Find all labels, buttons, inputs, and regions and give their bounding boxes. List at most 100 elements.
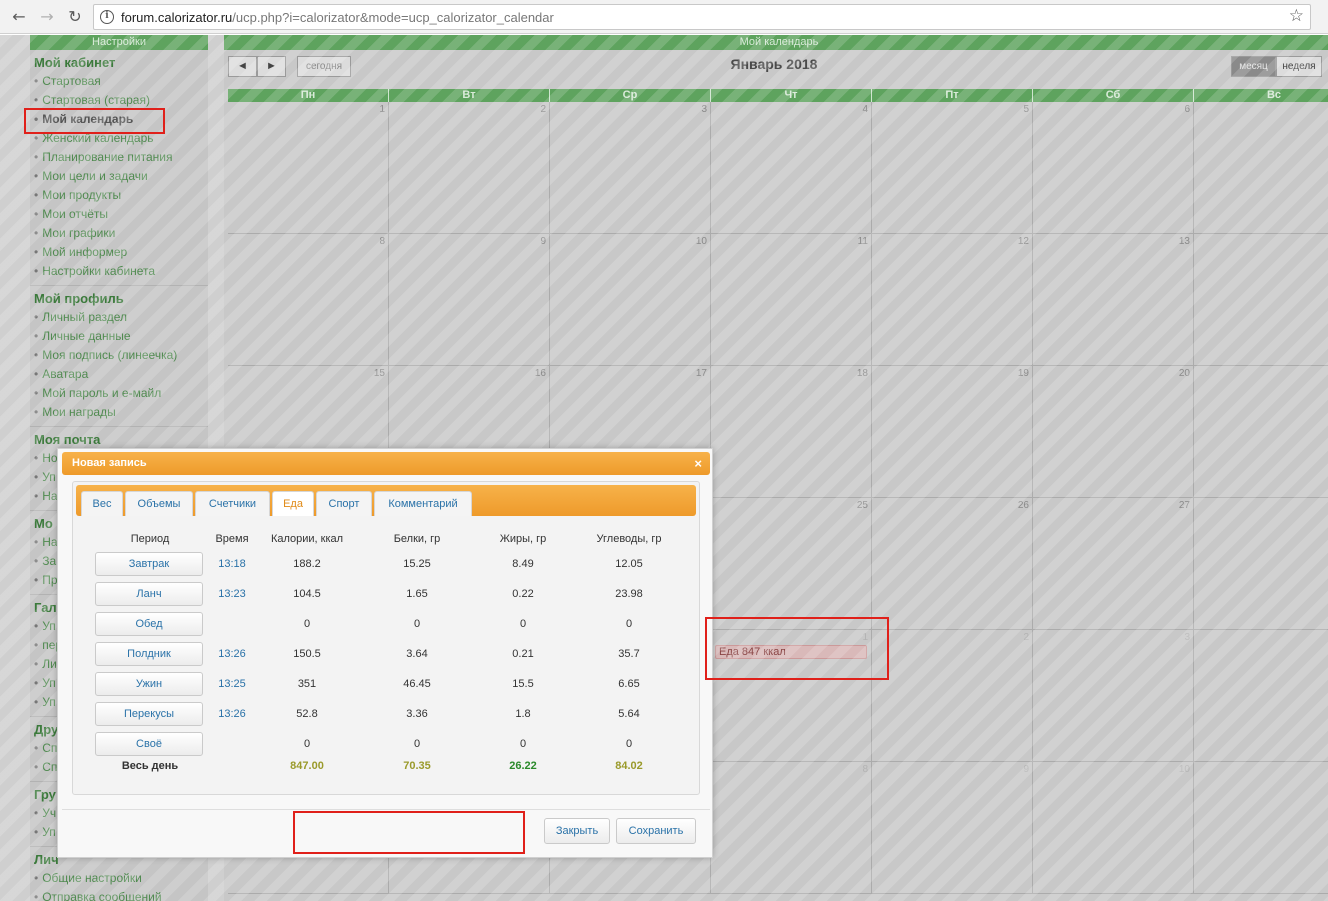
bullet-icon: • (34, 150, 39, 164)
sidebar-item[interactable]: • Мои награды (34, 403, 208, 422)
day-cell[interactable] (1194, 498, 1328, 630)
cell-kcal: 188.2 (293, 558, 321, 570)
tab-food[interactable]: Еда (272, 491, 314, 516)
period-button[interactable]: Полдник (95, 642, 203, 666)
sidebar-item[interactable]: • Настройки кабинета (34, 262, 208, 281)
view-week-button[interactable]: неделя (1276, 56, 1322, 77)
day-number: 9 (1023, 764, 1029, 775)
sidebar-item[interactable]: • Планирование питания (34, 148, 208, 167)
sidebar-item[interactable]: • Мой информер (34, 243, 208, 262)
period-button[interactable]: Перекусы (95, 702, 203, 726)
close-button[interactable]: Закрыть (544, 818, 610, 844)
day-cell[interactable]: 13 (1033, 234, 1194, 366)
cell-protein: 0 (413, 738, 421, 750)
day-cell[interactable] (1194, 102, 1328, 234)
day-cell[interactable]: 25 (711, 498, 872, 630)
day-cell[interactable] (1194, 234, 1328, 366)
sidebar-item[interactable]: • Мой пароль и е-майл (34, 384, 208, 403)
day-cell[interactable]: 12 (872, 234, 1033, 366)
reload-icon[interactable]: ↻ (64, 6, 86, 28)
day-cell[interactable]: 9 (872, 762, 1033, 894)
tab-panel: Вес Объемы Счетчики Еда Спорт Комментари… (72, 481, 700, 795)
cell-carbs: 5.64 (618, 708, 640, 720)
address-bar[interactable]: i forum.calorizator.ru/ucp.php?i=caloriz… (93, 4, 1311, 30)
day-cell[interactable]: 9 (389, 234, 550, 366)
info-icon[interactable]: i (100, 10, 114, 24)
day-cell[interactable]: 8 (711, 762, 872, 894)
day-number: 12 (1017, 236, 1029, 247)
tab-weight[interactable]: Вес (81, 491, 123, 516)
forward-arrow-icon[interactable]: → (36, 6, 58, 28)
tab-comment[interactable]: Комментарий (374, 491, 472, 516)
day-cell[interactable] (1194, 366, 1328, 498)
day-cell[interactable]: 19 (872, 366, 1033, 498)
bullet-icon: • (34, 310, 39, 324)
sidebar-item[interactable]: • Аватара (34, 365, 208, 384)
period-button[interactable]: Своё (95, 732, 203, 756)
cell-protein: 3.36 (406, 708, 428, 720)
day-number: 1 (379, 104, 385, 115)
day-cell[interactable]: 6 (1033, 102, 1194, 234)
weekday-headers: Пн Вт Ср Чт Пт Сб Вс (228, 89, 1328, 102)
total-kcal: 847.00 (290, 760, 324, 772)
save-button[interactable]: Сохранить (616, 818, 696, 844)
bullet-icon: • (34, 329, 39, 343)
bullet-icon: • (34, 871, 39, 885)
close-icon[interactable]: × (694, 452, 702, 475)
day-cell[interactable]: 3 (550, 102, 711, 234)
day-cell[interactable]: 2 (389, 102, 550, 234)
day-cell[interactable]: 3 (1033, 630, 1194, 762)
day-cell[interactable]: 2 (872, 630, 1033, 762)
tab-counters[interactable]: Счетчики (195, 491, 270, 516)
sidebar-item-label: Сп (42, 760, 58, 774)
sidebar-item[interactable]: • Стартовая (34, 72, 208, 91)
day-cell[interactable]: 5 (872, 102, 1033, 234)
period-button[interactable]: Завтрак (95, 552, 203, 576)
day-cell[interactable]: 8 (228, 234, 389, 366)
day-cell[interactable] (1194, 762, 1328, 894)
time-link[interactable]: 13:26 (209, 708, 255, 720)
bullet-icon: • (34, 226, 39, 240)
sidebar-item[interactable]: • Мои продукты (34, 186, 208, 205)
sidebar-item-label: Настройки кабинета (42, 264, 156, 278)
bookmark-star-icon[interactable]: ☆ (1289, 6, 1304, 26)
back-arrow-icon[interactable]: ← (8, 6, 30, 28)
period-button[interactable]: Ланч (95, 582, 203, 606)
sidebar-item[interactable]: • Отправка сообщений (34, 888, 208, 901)
sidebar-item[interactable]: • Моя подпись (линеечка) (34, 346, 208, 365)
day-cell[interactable]: 10 (1033, 762, 1194, 894)
time-link[interactable]: 13:18 (209, 558, 255, 570)
time-link[interactable]: 13:25 (209, 678, 255, 690)
sidebar-item[interactable]: • Личные данные (34, 327, 208, 346)
day-cell[interactable]: 11 (711, 234, 872, 366)
sidebar-item[interactable]: • Общие настройки (34, 869, 208, 888)
time-link[interactable]: 13:23 (209, 588, 255, 600)
day-cell[interactable]: 18 (711, 366, 872, 498)
day-cell[interactable]: 27 (1033, 498, 1194, 630)
header-period: Период (130, 533, 170, 545)
bullet-icon: • (34, 470, 39, 484)
sidebar-item[interactable]: • Мои отчёты (34, 205, 208, 224)
day-cell[interactable]: 4 (711, 102, 872, 234)
bullet-icon: • (34, 451, 39, 465)
sidebar-item[interactable]: • Мои графики (34, 224, 208, 243)
period-button[interactable]: Ужин (95, 672, 203, 696)
day-number: 26 (1017, 500, 1029, 511)
day-cell[interactable]: 26 (872, 498, 1033, 630)
period-button[interactable]: Обед (95, 612, 203, 636)
view-month-button[interactable]: месяц (1231, 56, 1276, 77)
bullet-icon: • (34, 169, 39, 183)
sidebar-item[interactable]: • Личный раздел (34, 308, 208, 327)
total-row: Весь день 847.00 70.35 26.22 84.02 (83, 760, 683, 778)
time-link[interactable]: 13:26 (209, 648, 255, 660)
sidebar-item-label: За (42, 554, 57, 568)
day-cell[interactable]: 10 (550, 234, 711, 366)
sidebar-item[interactable]: • Мои цели и задачи (34, 167, 208, 186)
day-cell[interactable]: 1 (228, 102, 389, 234)
day-cell[interactable]: 20 (1033, 366, 1194, 498)
tab-volumes[interactable]: Объемы (125, 491, 193, 516)
day-cell[interactable] (1194, 630, 1328, 762)
total-fat: 26.22 (509, 760, 537, 772)
tab-sport[interactable]: Спорт (316, 491, 372, 516)
weekday-header: Чт (711, 89, 872, 102)
